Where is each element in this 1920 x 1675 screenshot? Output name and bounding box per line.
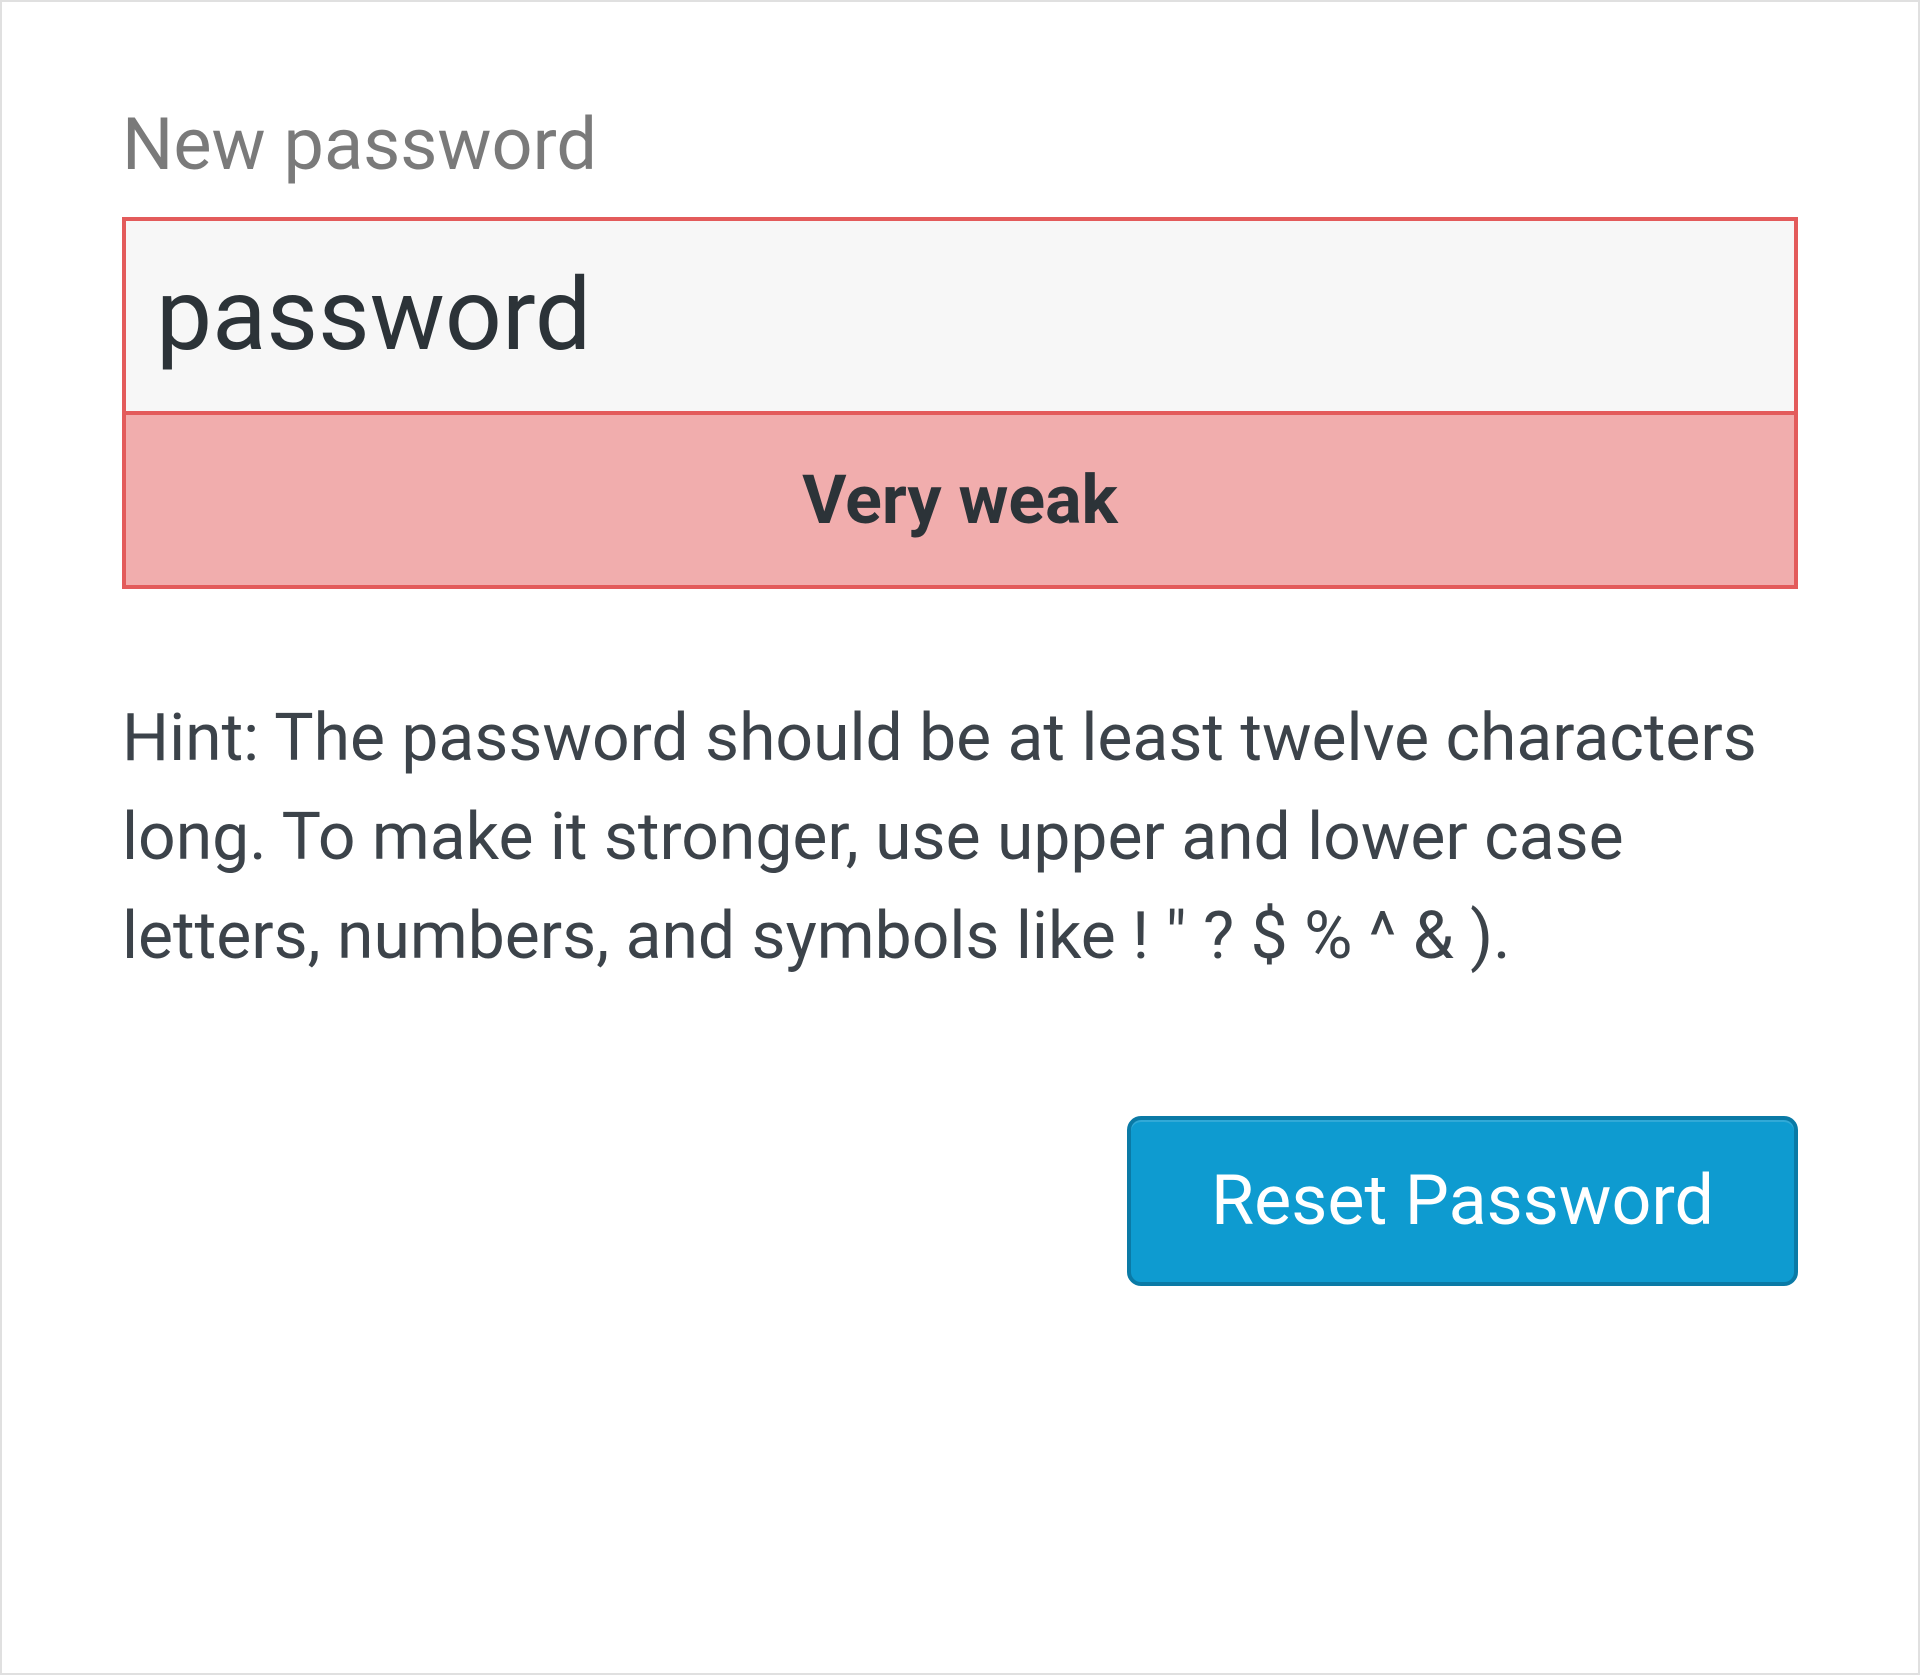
button-row: Reset Password xyxy=(122,1116,1798,1286)
password-field-group: Very weak xyxy=(122,217,1798,589)
new-password-input[interactable] xyxy=(126,221,1794,411)
new-password-label: New password xyxy=(122,102,1798,187)
password-reset-form: New password Very weak Hint: The passwor… xyxy=(122,102,1798,1286)
reset-password-button[interactable]: Reset Password xyxy=(1127,1116,1798,1286)
password-strength-meter: Very weak xyxy=(126,411,1794,585)
password-hint-text: Hint: The password should be at least tw… xyxy=(122,689,1798,986)
